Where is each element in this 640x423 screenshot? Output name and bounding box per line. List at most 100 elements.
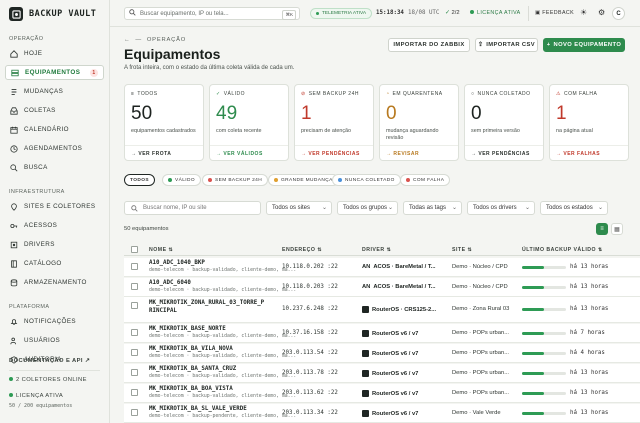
sidebar-item-hoje[interactable]: HOJE <box>5 46 104 61</box>
stat-card-label-text: COM FALHA <box>563 91 598 97</box>
sidebar-item-label: COLETAS <box>24 107 56 114</box>
equipment-driver: RouterOS v6 / v7 <box>362 350 418 357</box>
sidebar-item-drivers[interactable]: DRIVERS <box>5 237 104 252</box>
equipment-name[interactable]: MK_MIKROTIK_BASE_NORTE <box>149 326 226 332</box>
row-checkbox[interactable] <box>131 349 138 356</box>
equipment-name[interactable]: MK_MIKROTIK_BA_SL_VALE_VERDE <box>149 406 247 412</box>
import-csv-button[interactable]: ⇪ IMPORTAR CSV <box>475 38 538 52</box>
filter-pill-5[interactable]: COM FALHA <box>400 174 451 186</box>
col-last-backup[interactable]: ÚLTIMO BACKUP VÁLIDO ⇅ <box>522 247 603 253</box>
sidebar-item-busca[interactable]: BUSCA <box>5 160 104 175</box>
key-icon <box>9 221 18 230</box>
row-checkbox[interactable] <box>131 409 138 416</box>
backup-age-text: 13 horas <box>580 284 609 290</box>
row-checkbox[interactable] <box>131 369 138 376</box>
col-site[interactable]: SITE ⇅ <box>452 247 472 253</box>
filter-pill-2[interactable]: SEM BACKUP 24H <box>202 174 269 186</box>
table-row[interactable]: MK_MIKROTIK_BA_SANTA_CRUZ demo-telecom · … <box>124 364 640 383</box>
equipment-name[interactable]: A10_ADC_6040 <box>149 280 191 286</box>
row-checkbox[interactable] <box>131 329 138 336</box>
theme-toggle-icon[interactable]: ☀ <box>580 8 587 17</box>
feedback-button[interactable]: ▣ FEEDBACK <box>535 10 574 16</box>
collectors-status-text: 2 COLETORES ONLINE <box>16 377 87 383</box>
sidebar-item-mudan-as[interactable]: MUDANÇAS <box>5 84 104 99</box>
mikrotik-icon <box>362 306 369 313</box>
sidebar-item-armazenamento[interactable]: ARMAZENAMENTO <box>5 275 104 290</box>
filter-select-0[interactable]: Todos os sites ⌄ <box>266 201 332 215</box>
table-row[interactable]: MK_MIKROTIK_BASE_NORTE demo-telecom · bac… <box>124 324 640 343</box>
breadcrumb[interactable]: ← — OPERAÇÃO <box>124 37 186 43</box>
brand[interactable]: BACKUP VAULT <box>9 7 96 21</box>
import-zabbix-button[interactable]: IMPORTAR DO ZABBIX <box>388 38 470 52</box>
grid-view-icon[interactable]: ▦ <box>611 223 623 235</box>
stat-card-3[interactable]: ◔ EM QUARENTENA 0 mudança aguardando revisã… <box>379 84 459 161</box>
equipment-name[interactable]: MK_MIKROTIK_BA_VILA_NOVA <box>149 346 233 352</box>
col-name[interactable]: NOME ⇅ <box>149 247 173 253</box>
user-avatar[interactable]: C <box>612 7 625 20</box>
filter-pill-1[interactable]: VÁLIDO <box>162 174 201 186</box>
stat-card-link[interactable]: → REVISAR <box>386 151 419 157</box>
stat-card-desc: mudança aguardando revisão <box>386 128 439 141</box>
settings-gear-icon[interactable]: ⚙ <box>598 8 605 17</box>
stat-card-link[interactable]: → VER FROTA <box>131 151 171 157</box>
filter-select-4[interactable]: Todos os estados ⌄ <box>540 201 608 215</box>
table-row[interactable]: A10_ADC_1040_BKP demo-telecom · backup-va… <box>124 258 640 277</box>
sidebar-item-equipamentos[interactable]: EQUIPAMENTOS 1 <box>5 65 104 80</box>
col-address[interactable]: ENDEREÇO ⇅ <box>282 247 322 253</box>
sidebar-item-sites-e-coletores[interactable]: SITES E COLETORES <box>5 199 104 214</box>
filter-pill-label: TODOS <box>130 177 149 183</box>
equipment-name[interactable]: MK_MIKROTIK_ZONA_RURAL_03_TORRE_PRINCIPA… <box>149 299 267 315</box>
stat-card-divider <box>380 145 458 146</box>
clock-icon <box>9 144 18 153</box>
sidebar-item-coletas[interactable]: COLETAS <box>5 103 104 118</box>
table-row[interactable]: MK_MIKROTIK_BA_BOA_VISTA demo-telecom · b… <box>124 384 640 403</box>
col-driver[interactable]: DRIVER ⇅ <box>362 247 391 253</box>
sidebar-item-calend-rio[interactable]: CALENDÁRIO <box>5 122 104 137</box>
row-checkbox[interactable] <box>131 302 138 309</box>
mikrotik-icon <box>362 390 369 397</box>
table-row[interactable]: A10_ADC_6040 demo-telecom · backup-valida… <box>124 278 640 297</box>
equipment-name[interactable]: MK_MIKROTIK_BA_BOA_VISTA <box>149 386 233 392</box>
equipment-address: 10.237.6.248 :22 <box>282 306 338 312</box>
filter-pill-3[interactable]: GRANDE MUDANÇA <box>268 174 339 186</box>
list-view-icon[interactable]: ≡ <box>596 223 608 235</box>
sidebar-item-cat-logo[interactable]: CATÁLOGO <box>5 256 104 271</box>
select-all-checkbox[interactable] <box>131 246 138 253</box>
docs-link[interactable]: DOCUMENTAÇÃO E API ↗ <box>9 358 90 364</box>
filter-select-3[interactable]: Todos os drivers ⌄ <box>467 201 535 215</box>
table-row[interactable]: MK_MIKROTIK_BA_SL_VALE_VERDE demo-telecom… <box>124 404 640 423</box>
table-row[interactable]: MK_MIKROTIK_ZONA_RURAL_03_TORRE_PRINCIPA… <box>124 297 640 323</box>
stat-card-link[interactable]: → VER PENDÊNCIAS <box>471 151 530 157</box>
table-row[interactable]: MK_MIKROTIK_BA_VILA_NOVA demo-telecom · b… <box>124 344 640 363</box>
global-search[interactable]: Buscar equipamento, IP ou tela... ⌘K <box>124 7 300 20</box>
filter-select-2[interactable]: Todas as tags ⌄ <box>403 201 462 215</box>
backup-age: há 13 horas <box>570 284 609 290</box>
stat-card-5[interactable]: ⚠ COM FALHA 1 na página atual → VER FALHAS <box>549 84 629 161</box>
row-checkbox[interactable] <box>131 389 138 396</box>
equipment-name[interactable]: MK_MIKROTIK_BA_SANTA_CRUZ <box>149 366 236 372</box>
stat-card-2[interactable]: ⊘ SEM BACKUP 24H 1 precisam de atenção → VER… <box>294 84 374 161</box>
backup-age-text: 7 horas <box>580 330 605 336</box>
stat-card-divider <box>550 145 628 146</box>
stat-card-link[interactable]: → VER PENDÊNCIAS <box>301 151 360 157</box>
filter-pill-0[interactable]: TODOS <box>124 174 155 186</box>
filter-search-input[interactable]: Buscar nome, IP ou site <box>124 201 261 215</box>
stat-card-link[interactable]: → VER FALHAS <box>556 151 600 157</box>
filter-pill-4[interactable]: NUNCA COLETADO <box>332 174 401 186</box>
stat-card-4[interactable]: ○ NUNCA COLETADO 0 sem primeira versão → VER… <box>464 84 544 161</box>
stat-card-0[interactable]: ≡ TODOS 50 equipamentos cadastrados → VER FR… <box>124 84 204 161</box>
equipment-name[interactable]: A10_ADC_1040_BKP <box>149 260 205 266</box>
sidebar-item-notifica-es[interactable]: NOTIFICAÇÕES <box>5 314 104 329</box>
stat-card-link[interactable]: → VER VÁLIDOS <box>216 151 263 157</box>
stat-card-label-text: VÁLIDO <box>223 91 246 97</box>
sidebar-item-agendamentos[interactable]: AGENDAMENTOS <box>5 141 104 156</box>
new-equipment-button[interactable]: + NOVO EQUIPAMENTO <box>543 38 625 52</box>
filter-select-1[interactable]: Todos os grupos ⌄ <box>337 201 398 215</box>
col-name-label: NOME <box>149 247 167 253</box>
stat-card-1[interactable]: ✓ VÁLIDO 49 com coleta recente → VER VÁLIDOS <box>209 84 289 161</box>
row-checkbox[interactable] <box>131 263 138 270</box>
sidebar-item-usu-rios[interactable]: USUÁRIOS <box>5 333 104 348</box>
chevron-down-icon: ⌄ <box>597 205 603 211</box>
sidebar-item-acessos[interactable]: ACESSOS <box>5 218 104 233</box>
row-checkbox[interactable] <box>131 283 138 290</box>
